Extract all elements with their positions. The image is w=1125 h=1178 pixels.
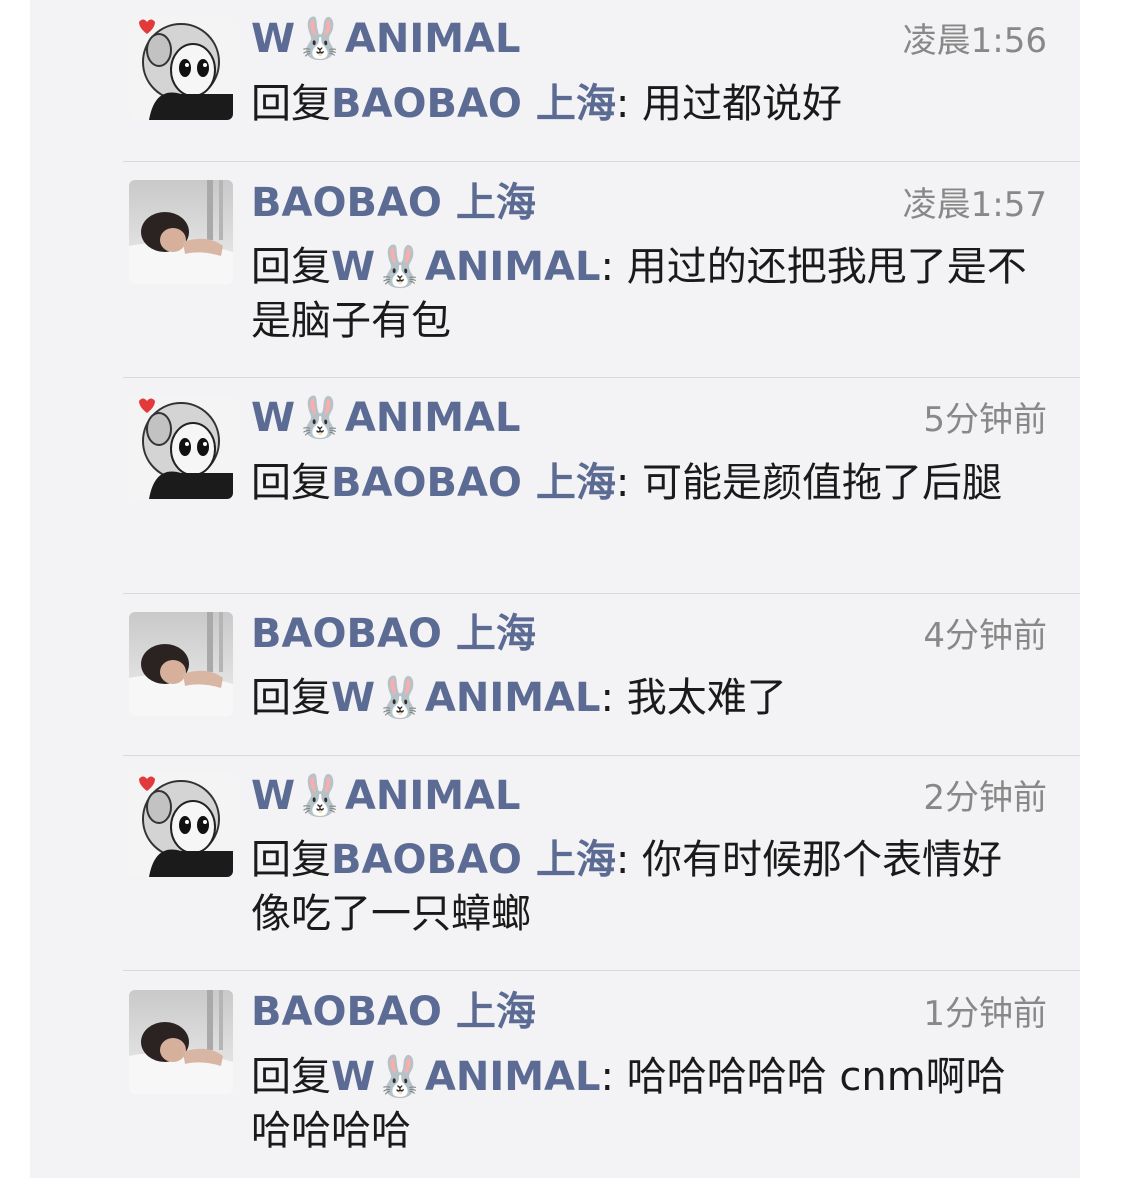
reply-target-link[interactable]: W🐰ANIMAL bbox=[331, 675, 601, 721]
reply-target-link[interactable]: W🐰ANIMAL bbox=[331, 1054, 601, 1100]
reply-prefix: 回复 bbox=[251, 460, 331, 506]
comment-author[interactable]: BAOBAO 上海 bbox=[251, 608, 536, 660]
comment-time: 凌晨1:56 bbox=[902, 21, 1047, 61]
reply-colon: : bbox=[615, 81, 630, 127]
reply-colon: : bbox=[600, 1054, 614, 1100]
reply-prefix: 回复 bbox=[251, 837, 331, 883]
comment-text: 回复BAOBAO 上海: 可能是颜值拖了后腿 bbox=[251, 456, 1041, 510]
comment-item[interactable]: W🐰ANIMAL 2分钟前 回复BAOBAO 上海: 你有时候那个表情好像吃了一… bbox=[30, 755, 1080, 971]
divider bbox=[123, 593, 1080, 594]
reply-prefix: 回复 bbox=[251, 1054, 331, 1100]
comment-item[interactable]: BAOBAO 上海 1分钟前 回复W🐰ANIMAL: 哈哈哈哈哈 cnm啊哈哈哈… bbox=[30, 970, 1080, 1178]
woman-photo-avatar[interactable] bbox=[129, 612, 233, 716]
comment-item[interactable]: BAOBAO 上海 凌晨1:57 回复W🐰ANIMAL: 用过的还把我甩了是不是… bbox=[30, 161, 1080, 377]
comment-time: 凌晨1:57 bbox=[902, 185, 1047, 225]
comment-author[interactable]: BAOBAO 上海 bbox=[251, 986, 536, 1038]
comment-body: 用过都说好 bbox=[629, 81, 843, 127]
comment-item[interactable]: W🐰ANIMAL 凌晨1:56 回复BAOBAO 上海: 用过都说好 bbox=[30, 0, 1080, 161]
reply-target-link[interactable]: BAOBAO 上海 bbox=[331, 460, 616, 506]
comment-time: 4分钟前 bbox=[923, 616, 1047, 656]
reply-colon: : bbox=[615, 837, 630, 883]
comment-time: 5分钟前 bbox=[923, 400, 1047, 440]
comment-author[interactable]: BAOBAO 上海 bbox=[251, 177, 536, 229]
comment-time: 1分钟前 bbox=[923, 994, 1047, 1034]
cartoon-monkey-avatar[interactable] bbox=[129, 16, 233, 120]
comment-list: W🐰ANIMAL 凌晨1:56 回复BAOBAO 上海: 用过都说好 BAOBA… bbox=[30, 0, 1080, 1178]
reply-colon: : bbox=[600, 675, 614, 721]
divider bbox=[123, 970, 1080, 971]
comment-author[interactable]: W🐰ANIMAL bbox=[251, 770, 521, 822]
comment-body: 可能是颜值拖了后腿 bbox=[629, 460, 1003, 506]
reply-target-link[interactable]: BAOBAO 上海 bbox=[331, 81, 616, 127]
comment-text: 回复W🐰ANIMAL: 用过的还把我甩了是不是脑子有包 bbox=[251, 240, 1041, 348]
comment-item[interactable]: W🐰ANIMAL 5分钟前 回复BAOBAO 上海: 可能是颜值拖了后腿 bbox=[30, 377, 1080, 593]
comment-text: 回复BAOBAO 上海: 你有时候那个表情好像吃了一只蟑螂 bbox=[251, 833, 1041, 941]
divider bbox=[123, 377, 1080, 378]
reply-prefix: 回复 bbox=[251, 244, 331, 290]
cartoon-monkey-avatar[interactable] bbox=[129, 395, 233, 499]
reply-prefix: 回复 bbox=[251, 81, 331, 127]
reply-colon: : bbox=[600, 244, 614, 290]
woman-photo-avatar[interactable] bbox=[129, 180, 233, 284]
reply-target-link[interactable]: W🐰ANIMAL bbox=[331, 244, 601, 290]
divider bbox=[123, 755, 1080, 756]
reply-prefix: 回复 bbox=[251, 675, 331, 721]
comment-text: 回复W🐰ANIMAL: 我太难了 bbox=[251, 671, 1041, 725]
reply-colon: : bbox=[615, 460, 630, 506]
comment-author[interactable]: W🐰ANIMAL bbox=[251, 392, 521, 444]
comment-author[interactable]: W🐰ANIMAL bbox=[251, 13, 521, 65]
divider bbox=[123, 161, 1080, 162]
reply-target-link[interactable]: BAOBAO 上海 bbox=[331, 837, 616, 883]
cartoon-monkey-avatar[interactable] bbox=[129, 773, 233, 877]
comment-item[interactable]: BAOBAO 上海 4分钟前 回复W🐰ANIMAL: 我太难了 bbox=[30, 593, 1080, 755]
comment-text: 回复BAOBAO 上海: 用过都说好 bbox=[251, 77, 1041, 131]
comment-time: 2分钟前 bbox=[923, 778, 1047, 818]
comment-text: 回复W🐰ANIMAL: 哈哈哈哈哈 cnm啊哈哈哈哈哈 bbox=[251, 1050, 1041, 1158]
woman-photo-avatar[interactable] bbox=[129, 990, 233, 1094]
comment-body: 我太难了 bbox=[613, 675, 787, 721]
